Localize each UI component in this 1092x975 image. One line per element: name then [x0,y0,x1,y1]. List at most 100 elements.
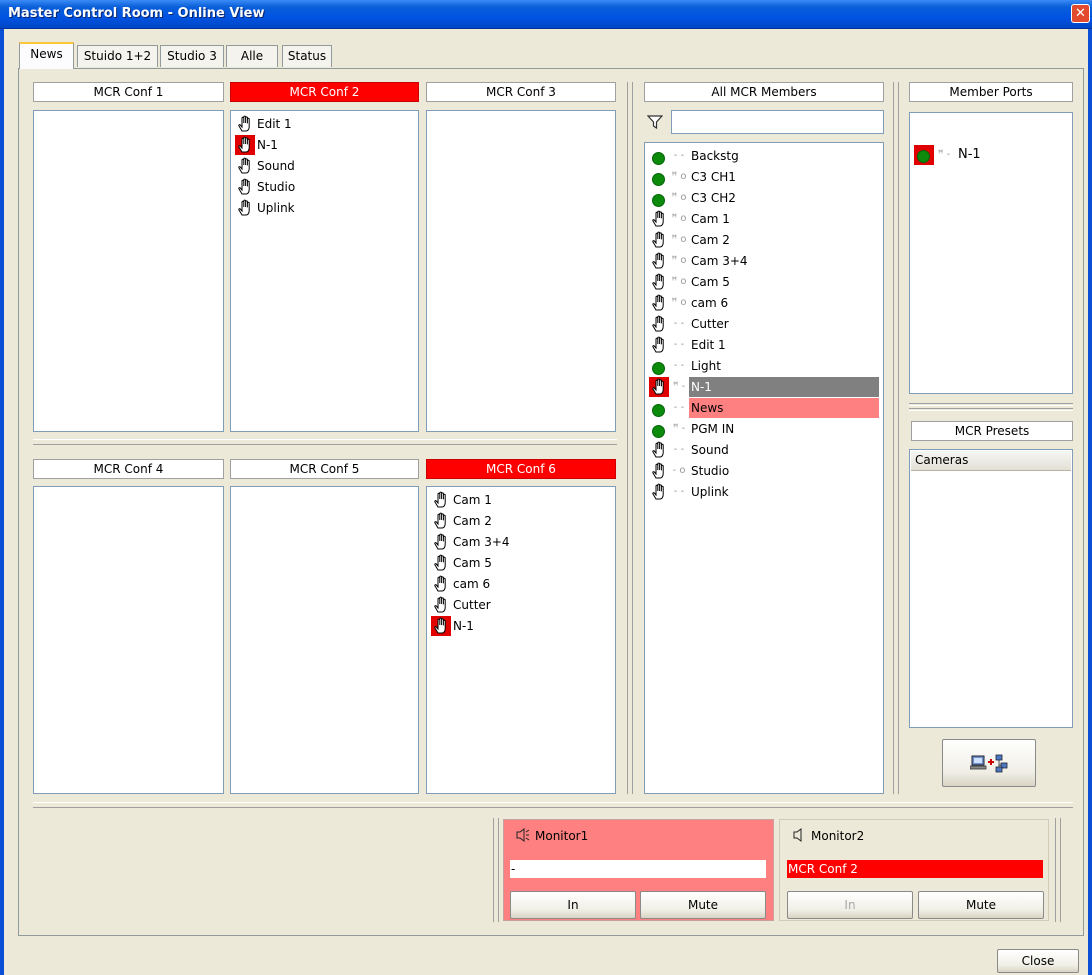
port-n-1[interactable]: ꟸ - N-1 [914,145,981,165]
member-light[interactable]: - - Light [649,356,881,376]
conf-member-label: Sound [257,159,295,173]
monitor-grip-left [493,818,499,922]
conf-member-label: Cam 3+4 [453,535,510,549]
window-close-button[interactable]: ✕ [1071,4,1090,23]
hand-icon [431,532,451,552]
member-studio[interactable]: - o Studio [649,461,881,481]
hand-icon [649,272,669,292]
conf-member-cam-2[interactable]: Cam 2 [431,511,492,531]
conf-member-edit-1[interactable]: Edit 1 [235,114,292,134]
member-status-marks: - - [673,339,685,350]
conf-member-label: Uplink [257,201,295,215]
window-title: Master Control Room - Online View [8,6,265,21]
monitor2-mute-button[interactable]: Mute [918,891,1044,919]
tab-alle[interactable]: Alle [226,45,278,67]
hand-icon [431,595,451,615]
member-edit-1[interactable]: - - Edit 1 [649,335,881,355]
monitor-grip-right [1055,818,1061,922]
member-status-marks: - - [673,486,685,497]
presets-column-header[interactable]: Cameras [911,451,1071,471]
conf-member-cam-1[interactable]: Cam 1 [431,490,492,510]
conf-member-sound[interactable]: Sound [235,156,295,176]
conf-member-n-1[interactable]: N-1 [235,135,278,155]
member-backstg[interactable]: - - Backstg [649,146,881,166]
filter-icon[interactable] [645,112,665,132]
tab-status[interactable]: Status [282,45,332,67]
conf-member-label: cam 6 [453,577,491,591]
conf-member-uplink[interactable]: Uplink [235,198,295,218]
member-cam-5[interactable]: ꟸ o Cam 5 [649,272,881,292]
ports-presets-splitter-2 [909,408,1073,411]
member-label: Edit 1 [691,338,726,352]
conf4-header[interactable]: MCR Conf 4 [33,459,224,479]
conf-member-studio[interactable]: Studio [235,177,295,197]
conf-member-cutter[interactable]: Cutter [431,595,491,615]
member-status-marks: - - [673,360,685,371]
tab-stuido-1-2[interactable]: Stuido 1+2 [77,45,158,67]
ports-splitter[interactable] [893,82,899,794]
conf4-list[interactable] [33,486,224,794]
monitor-splitter[interactable] [33,802,1073,808]
monitor1-source: - [510,860,766,878]
monitor1-in-button[interactable]: In [510,891,636,919]
member-uplink[interactable]: - - Uplink [649,482,881,502]
conf-member-cam-3-4[interactable]: Cam 3+4 [431,532,510,552]
member-status-marks: - - [673,150,685,161]
member-cam-6[interactable]: ꟸ o cam 6 [649,293,881,313]
member-pgm-in[interactable]: ꟸ - PGM IN [649,419,881,439]
conf5-list[interactable] [230,486,419,794]
tab-news[interactable]: News [19,42,74,69]
members-splitter[interactable] [627,82,633,794]
member-status-marks: ꟸ - [672,381,686,392]
tab-studio-3[interactable]: Studio 3 [160,45,224,67]
members-filter-input[interactable] [671,110,884,134]
conf-member-label: N-1 [453,619,474,633]
conf3-header[interactable]: MCR Conf 3 [426,82,616,102]
conf-member-cam-6[interactable]: cam 6 [431,574,490,594]
monitor1-mute-button[interactable]: Mute [640,891,766,919]
conf-member-label: Cam 2 [453,514,492,528]
member-cam-1[interactable]: ꟸ o Cam 1 [649,209,881,229]
member-c3-ch2[interactable]: ꟸ o C3 CH2 [649,188,881,208]
presets-header[interactable]: MCR Presets [911,421,1073,441]
member-cam-2[interactable]: ꟸ o Cam 2 [649,230,881,250]
conf2-header[interactable]: MCR Conf 2 [230,82,419,102]
conf1-list[interactable] [33,110,224,432]
conf6-header[interactable]: MCR Conf 6 [426,459,616,479]
members-list[interactable]: - - Backstg ꟸ o C3 CH1 ꟸ o C3 CH2 ꟸ o Cam 1 ꟸ o C… [644,142,884,794]
status-dot-icon [649,356,669,376]
conf1-header[interactable]: MCR Conf 1 [33,82,224,102]
member-sound[interactable]: - - Sound [649,440,881,460]
member-cutter[interactable]: - - Cutter [649,314,881,334]
row-splitter[interactable] [33,439,617,445]
member-c3-ch1[interactable]: ꟸ o C3 CH1 [649,167,881,187]
member-label: Studio [691,464,730,478]
member-status-marks: - - [673,318,685,329]
conf6-list[interactable]: Cam 1 Cam 2 Cam 3+4 Cam 5 cam 6 Cutter N-1 [426,486,616,794]
ports-presets-splitter[interactable] [909,403,1073,406]
hand-icon [235,177,255,197]
conf3-list[interactable] [426,110,616,432]
add-preset-button[interactable] [942,739,1036,787]
member-status-marks: ꟸ o [671,171,687,182]
conf2-list[interactable]: Edit 1 N-1 Sound Studio Uplink [230,110,419,432]
member-status-marks: ꟸ o [671,192,687,203]
member-label: C3 CH2 [691,191,736,205]
conf5-header[interactable]: MCR Conf 5 [230,459,419,479]
hand-icon [431,574,451,594]
member-ports-list[interactable]: ꟸ - N-1 [909,112,1073,394]
monitor2-in-button[interactable]: In [787,891,913,919]
hand-icon [431,553,451,573]
member-cam-3-4[interactable]: ꟸ o Cam 3+4 [649,251,881,271]
close-button[interactable]: Close [997,949,1079,973]
conf-member-cam-5[interactable]: Cam 5 [431,553,492,573]
member-n-1[interactable]: ꟸ - N-1 [649,377,881,397]
member-label: Sound [691,443,729,457]
hand-icon [649,251,669,271]
member-ports-header[interactable]: Member Ports [909,82,1073,102]
members-header[interactable]: All MCR Members [644,82,884,102]
member-status-marks: - - [673,444,685,455]
member-news[interactable]: - - News [649,398,881,418]
presets-list[interactable]: Cameras [909,449,1073,728]
conf-member-n-1[interactable]: N-1 [431,616,474,636]
